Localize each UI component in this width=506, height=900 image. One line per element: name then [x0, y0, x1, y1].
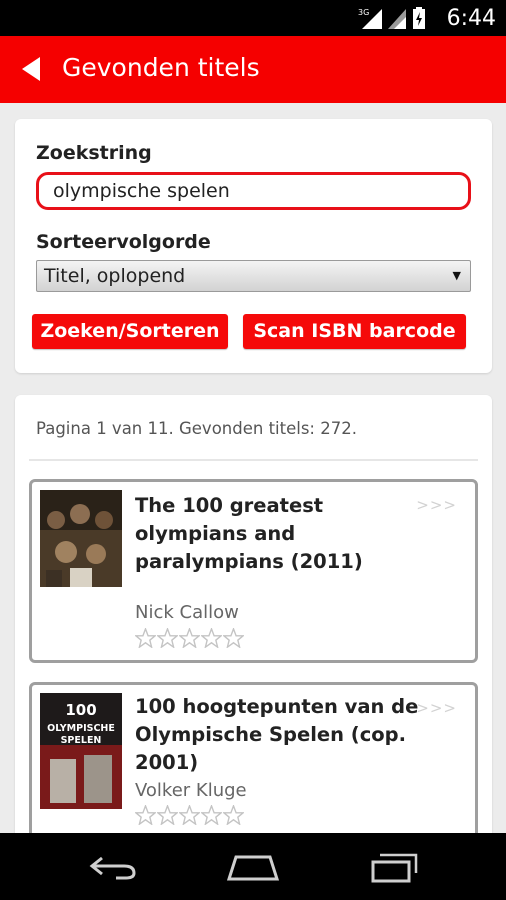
cover-number: 100	[65, 701, 96, 719]
sort-select[interactable]: Titel, oplopend ▼	[36, 260, 471, 292]
status-bar: 3G 6:44	[0, 0, 506, 36]
wifi-icon	[388, 9, 406, 29]
result-item[interactable]: The 100 greatest olympians and paralympi…	[29, 479, 478, 663]
cover-line1: OLYMPISCHE	[47, 723, 115, 734]
battery-icon	[413, 7, 425, 29]
more-indicator[interactable]: >>>	[416, 496, 457, 514]
cover-line2: SPELEN	[61, 735, 102, 746]
star-icon	[201, 805, 222, 825]
sort-label: Sorteervolgorde	[36, 231, 211, 253]
more-indicator[interactable]: >>>	[416, 699, 457, 717]
star-icon	[223, 628, 244, 648]
recent-apps-icon[interactable]	[370, 851, 420, 883]
status-icons: 3G	[358, 7, 426, 29]
book-author: Nick Callow	[135, 602, 239, 623]
system-navigation-bar	[0, 833, 506, 900]
result-item[interactable]: 100 OLYMPISCHE SPELEN 100 hoogtepunten v…	[29, 682, 478, 855]
divider	[29, 459, 478, 461]
book-cover-image: 100 OLYMPISCHE SPELEN	[40, 693, 122, 809]
sort-select-value: Titel, oplopend	[44, 265, 186, 287]
pagination-info: Pagina 1 van 11. Gevonden titels: 272.	[36, 419, 357, 438]
back-arrow-icon[interactable]	[18, 55, 44, 83]
star-icon	[201, 628, 222, 648]
rating-stars	[135, 805, 244, 825]
star-icon	[135, 628, 156, 648]
star-icon	[157, 805, 178, 825]
star-icon	[135, 805, 156, 825]
book-title: 100 hoogtepunten van de Olympische Spele…	[135, 695, 419, 774]
star-icon	[157, 628, 178, 648]
home-nav-icon[interactable]	[226, 853, 280, 881]
book-title: The 100 greatest olympians and paralympi…	[135, 494, 363, 573]
rating-stars	[135, 628, 244, 648]
svg-text:3G: 3G	[358, 8, 369, 17]
search-label: Zoekstring	[36, 142, 152, 164]
back-nav-icon[interactable]	[88, 851, 138, 881]
network-3g-icon: 3G	[358, 8, 382, 29]
scan-barcode-button[interactable]: Scan ISBN barcode	[243, 314, 466, 349]
star-icon	[223, 805, 244, 825]
star-icon	[179, 805, 200, 825]
book-cover-image	[40, 490, 122, 587]
status-time: 6:44	[446, 6, 496, 31]
search-button[interactable]: Zoeken/Sorteren	[32, 314, 228, 349]
book-author: Volker Kluge	[135, 780, 247, 801]
star-icon	[179, 628, 200, 648]
search-input[interactable]: olympische spelen	[36, 172, 471, 210]
dropdown-caret-icon: ▼	[452, 269, 461, 282]
app-bar: Gevonden titels	[0, 36, 506, 103]
results-panel: Pagina 1 van 11. Gevonden titels: 272. T…	[15, 395, 492, 855]
search-panel: Zoekstring olympische spelen Sorteervolg…	[15, 119, 492, 373]
page-title: Gevonden titels	[62, 53, 260, 82]
